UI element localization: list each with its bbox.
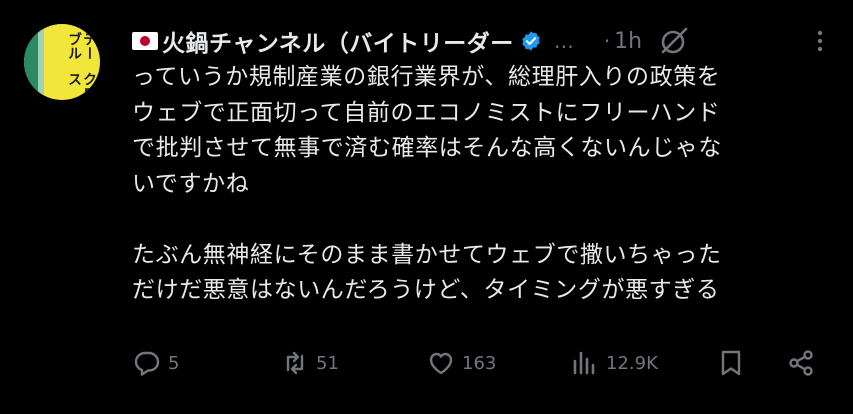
avatar[interactable]: テーブル クロス xyxy=(24,24,100,100)
avatar-stripe xyxy=(24,24,38,100)
tweet-line: だけだ悪意はないんだろうけど、タイミングが悪すぎる xyxy=(132,277,720,303)
reply-count: 5 xyxy=(168,352,180,374)
bookmark-icon xyxy=(721,350,741,376)
japan-flag-icon xyxy=(132,32,158,50)
separator-dot: · xyxy=(603,29,611,53)
views-icon xyxy=(573,351,595,375)
repost-button[interactable]: 51 xyxy=(280,348,339,378)
share-button[interactable] xyxy=(786,348,816,378)
bookmark-button[interactable] xyxy=(716,348,746,378)
tweet-line: いですかね xyxy=(132,170,250,197)
more-icon[interactable] xyxy=(807,28,833,54)
avatar-text-col1: テーブル xyxy=(66,32,97,60)
verified-badge-icon[interactable] xyxy=(520,30,542,52)
reply-button[interactable]: 5 xyxy=(132,348,179,378)
repost-count: 51 xyxy=(316,352,339,374)
views-count: 12.9K xyxy=(606,352,658,374)
display-name[interactable]: 火鍋チャンネル（バイトリーダー xyxy=(162,24,514,58)
tweet-line: ウェブで正面切って自前のエコノミストにフリーハンド xyxy=(132,99,721,126)
avatar-text-col2: クロス xyxy=(66,71,97,100)
handle[interactable]: … xyxy=(554,29,574,53)
like-count: 163 xyxy=(462,352,497,374)
share-icon xyxy=(789,350,813,376)
reply-icon xyxy=(134,351,160,376)
repost-icon xyxy=(286,351,304,375)
avatar-text: テーブル クロス xyxy=(44,32,97,100)
tweet-line: で批判させて無事で済む確率はそんな高くないんじゃな xyxy=(132,135,722,161)
grok-icon[interactable] xyxy=(658,25,690,57)
like-icon xyxy=(429,352,453,375)
tweet-line: たぶん無神経にそのまま書かせてウェブで撒いちゃった xyxy=(132,241,722,268)
tweet-header: 火鍋チャンネル（バイトリーダー … · 1h xyxy=(132,24,833,58)
views-button[interactable]: 12.9K xyxy=(570,348,658,378)
tweet-text: っていうか規制産業の銀行業界が、総理肝入りの政策を ウェブで正面切って自前のエコ… xyxy=(132,60,832,309)
action-bar: 5 51 163 12.9K xyxy=(132,344,822,384)
like-button[interactable]: 163 xyxy=(426,348,496,378)
timestamp[interactable]: 1h xyxy=(614,29,642,54)
tweet-line: っていうか規制産業の銀行業界が、総理肝入りの政策を xyxy=(132,64,721,90)
